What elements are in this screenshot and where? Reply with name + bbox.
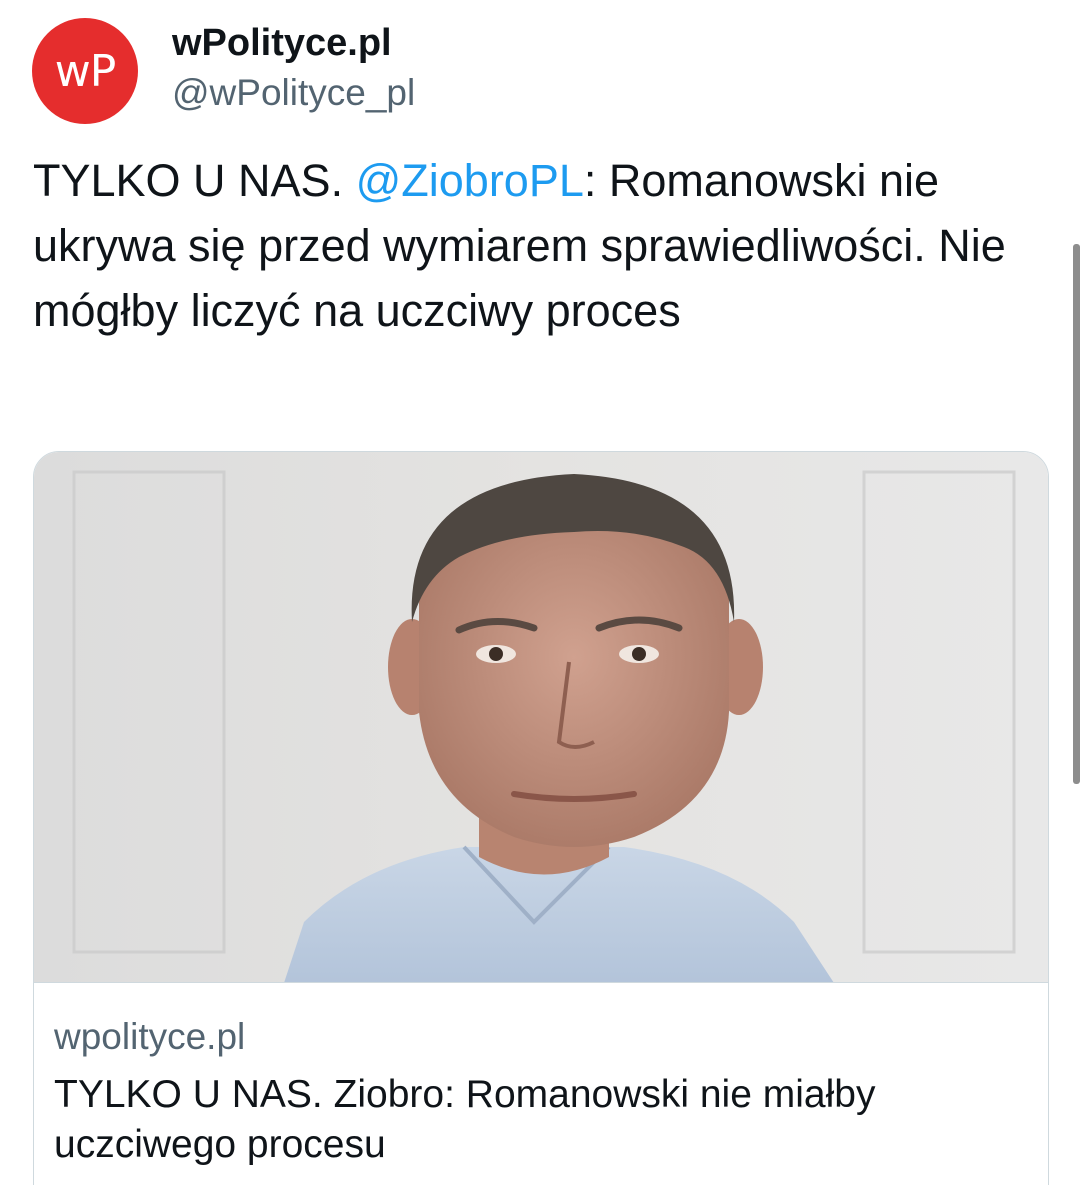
- portrait-photo: [34, 452, 1048, 982]
- card-domain: wpolityce.pl: [54, 1016, 246, 1057]
- tweet-text: TYLKO U NAS. @ZiobroPL: Romanowski nie u…: [33, 148, 1043, 343]
- mention-link[interactable]: @ZiobroPL: [356, 155, 584, 206]
- display-name[interactable]: wPolityce.pl: [172, 22, 392, 65]
- scrollbar[interactable]: [1073, 244, 1080, 784]
- link-card[interactable]: wpolityce.pl TYLKO U NAS. Ziobro: Romano…: [33, 451, 1049, 1185]
- tweet-text-intro: TYLKO U NAS.: [33, 155, 356, 206]
- card-image[interactable]: [34, 452, 1048, 983]
- card-title: TYLKO U NAS. Ziobro: Romanowski nie miał…: [54, 1073, 876, 1166]
- tweet-view: wP wPolityce.pl @wPolityce_pl TYLKO U NA…: [0, 0, 1080, 1185]
- avatar[interactable]: wP: [32, 18, 138, 124]
- user-handle[interactable]: @wPolityce_pl: [172, 72, 415, 114]
- avatar-logo-text: wP: [54, 45, 117, 97]
